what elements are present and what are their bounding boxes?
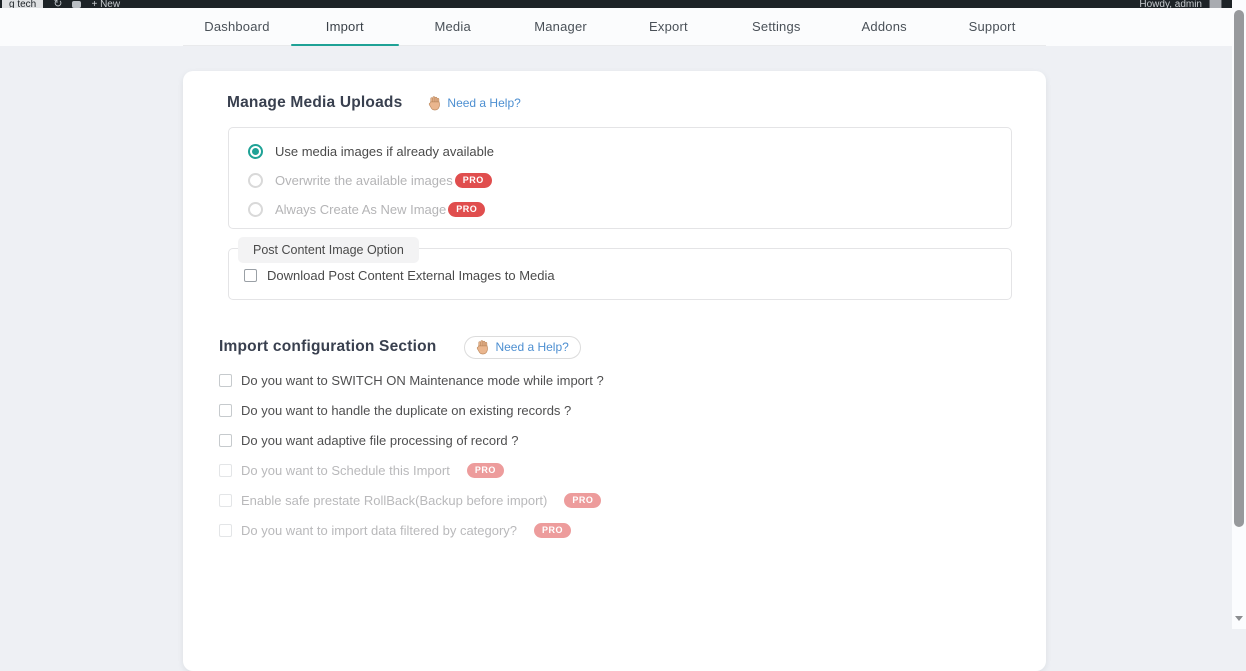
import-options-list: Do you want to SWITCH ON Maintenance mod… <box>219 372 1012 538</box>
howdy-admin-label[interactable]: Howdy, admin <box>1139 0 1202 8</box>
option-label: Do you want to import data filtered by c… <box>241 523 517 538</box>
plugin-nav: Dashboard Import Media Manager Export Se… <box>0 8 1232 46</box>
hand-icon <box>428 96 441 111</box>
media-help-link[interactable]: Need a Help? <box>428 96 520 111</box>
option-safe-rollback[interactable]: Enable safe prestate RollBack(Backup bef… <box>219 492 1012 508</box>
radio-unselected-icon[interactable] <box>248 202 263 217</box>
tab-support[interactable]: Support <box>938 8 1046 45</box>
checkbox-icon[interactable] <box>219 374 232 387</box>
tab-export[interactable]: Export <box>615 8 723 45</box>
tab-media[interactable]: Media <box>399 8 507 45</box>
option-label: Do you want to SWITCH ON Maintenance mod… <box>241 373 604 388</box>
media-section-header: Manage Media Uploads Need a Help? <box>227 93 1012 113</box>
radio-selected-icon[interactable] <box>248 144 263 159</box>
radio-label: Use media images if already available <box>275 144 494 159</box>
option-adaptive-processing[interactable]: Do you want adaptive file processing of … <box>219 432 1012 448</box>
pro-badge: PRO <box>455 173 492 188</box>
radio-label: Overwrite the available images <box>275 173 453 188</box>
wp-admin-bar: g tech ↻ + New Howdy, admin <box>0 0 1232 8</box>
pro-badge: PRO <box>564 493 601 508</box>
media-radio-panel: Use media images if already available Ov… <box>228 127 1012 229</box>
import-section-title: Import configuration Section <box>219 338 436 356</box>
radio-overwrite-images[interactable]: Overwrite the available images PRO <box>248 172 992 188</box>
checkbox-icon[interactable] <box>219 464 232 477</box>
option-handle-duplicates[interactable]: Do you want to handle the duplicate on e… <box>219 402 1012 418</box>
media-section-title: Manage Media Uploads <box>227 94 402 112</box>
import-settings-card: Manage Media Uploads Need a Help? Use <box>183 71 1046 671</box>
tab-addons[interactable]: Addons <box>830 8 938 45</box>
option-label: Enable safe prestate RollBack(Backup bef… <box>241 493 547 508</box>
checkbox-icon[interactable] <box>219 404 232 417</box>
pro-badge: PRO <box>467 463 504 478</box>
site-name-badge[interactable]: g tech <box>2 0 43 8</box>
option-label: Do you want to handle the duplicate on e… <box>241 403 571 418</box>
checkbox-download-external-images[interactable]: Download Post Content External Images to… <box>244 267 996 283</box>
scrollbar[interactable] <box>1232 0 1246 629</box>
media-help-label: Need a Help? <box>447 96 520 110</box>
post-content-legend: Post Content Image Option <box>238 237 419 263</box>
radio-unselected-icon[interactable] <box>248 173 263 188</box>
comments-icon[interactable] <box>72 1 81 8</box>
tab-dashboard[interactable]: Dashboard <box>183 8 291 45</box>
option-label: Do you want adaptive file processing of … <box>241 433 519 448</box>
import-help-label: Need a Help? <box>495 340 568 354</box>
admin-bar-right: Howdy, admin <box>1139 0 1222 8</box>
option-label: Do you want to Schedule this Import <box>241 463 450 478</box>
option-schedule-import[interactable]: Do you want to Schedule this Import PRO <box>219 462 1012 478</box>
radio-use-media-images[interactable]: Use media images if already available <box>248 143 992 159</box>
checkbox-label: Download Post Content External Images to… <box>267 268 555 283</box>
checkbox-icon[interactable] <box>219 524 232 537</box>
hand-icon <box>476 340 489 355</box>
admin-bar-left: g tech ↻ + New <box>2 0 120 8</box>
tab-import[interactable]: Import <box>291 8 399 45</box>
plugin-nav-tabs: Dashboard Import Media Manager Export Se… <box>183 8 1046 46</box>
import-section-header: Import configuration Section Need a Help… <box>219 336 1012 358</box>
updates-icon[interactable]: ↻ <box>53 0 62 8</box>
avatar[interactable] <box>1209 0 1222 8</box>
option-maintenance-mode[interactable]: Do you want to SWITCH ON Maintenance mod… <box>219 372 1012 388</box>
tab-settings[interactable]: Settings <box>722 8 830 45</box>
scrollbar-down-arrow[interactable] <box>1235 616 1243 621</box>
radio-label: Always Create As New Image <box>275 202 446 217</box>
post-content-image-box: Post Content Image Option Download Post … <box>228 248 1012 300</box>
radio-always-create-new[interactable]: Always Create As New Image PRO <box>248 201 992 217</box>
option-filter-by-category[interactable]: Do you want to import data filtered by c… <box>219 522 1012 538</box>
checkbox-icon[interactable] <box>219 434 232 447</box>
pro-badge: PRO <box>448 202 485 217</box>
checkbox-icon[interactable] <box>219 494 232 507</box>
pro-badge: PRO <box>534 523 571 538</box>
scrollbar-thumb[interactable] <box>1234 10 1244 527</box>
tab-manager[interactable]: Manager <box>507 8 615 45</box>
checkbox-icon[interactable] <box>244 269 257 282</box>
import-help-button[interactable]: Need a Help? <box>464 336 580 359</box>
new-content-button[interactable]: + New <box>91 0 120 8</box>
